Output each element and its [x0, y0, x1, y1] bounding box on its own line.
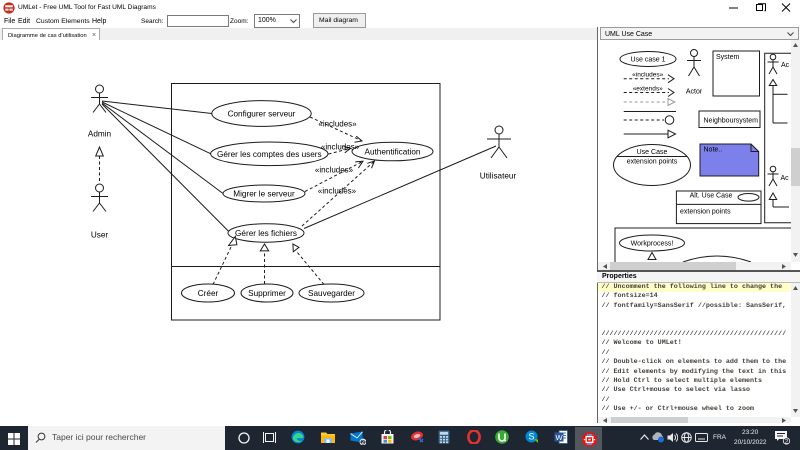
svg-text:Migrer le serveur: Migrer le serveur	[233, 190, 295, 199]
svg-text:Gérer les fichiers: Gérer les fichiers	[235, 229, 297, 238]
svg-text:«includes»: «includes»	[632, 72, 663, 79]
svg-text:Authentification: Authentification	[365, 148, 421, 157]
svg-text:Neighboursystem: Neighboursystem	[704, 118, 759, 125]
svg-text:Gérer les comptes des users: Gérer les comptes des users	[217, 150, 322, 159]
svg-text:Actor: Actor	[686, 89, 703, 96]
svg-text:2: 2	[361, 439, 365, 445]
svg-text:Sauvegarder: Sauvegarder	[308, 289, 355, 298]
svg-text:«extends»: «extends»	[633, 86, 663, 93]
svg-text:System: System	[716, 54, 740, 61]
svg-text:2: 2	[785, 438, 789, 445]
svg-text:Créer: Créer	[198, 289, 219, 298]
svg-text:W: W	[555, 433, 563, 442]
svg-text:User: User	[91, 231, 109, 240]
svg-text:S: S	[528, 432, 534, 442]
svg-text:«includes»: «includes»	[315, 166, 354, 175]
svg-text:Admin: Admin	[88, 130, 112, 139]
svg-text:Use case 1: Use case 1	[630, 57, 665, 64]
svg-text:«includés»: «includés»	[318, 187, 357, 196]
svg-text:extension points: extension points	[680, 209, 731, 216]
svg-text:«includes»: «includes»	[321, 143, 360, 152]
svg-text:Ac: Ac	[781, 62, 790, 69]
svg-text:Utilisateur: Utilisateur	[480, 172, 517, 181]
svg-text:«includes»: «includes»	[318, 120, 357, 129]
svg-text:Configurer serveur: Configurer serveur	[228, 110, 296, 119]
svg-text:Note..: Note..	[704, 147, 723, 154]
svg-text:Use Case: Use Case	[637, 149, 668, 156]
svg-text:Supprimer: Supprimer	[248, 289, 286, 298]
svg-text:Alt. Use Case: Alt. Use Case	[690, 192, 733, 199]
svg-text:Workprocess!: Workprocess!	[631, 241, 674, 248]
svg-text:Ac: Ac	[781, 175, 790, 182]
svg-text:extension points: extension points	[627, 159, 678, 166]
